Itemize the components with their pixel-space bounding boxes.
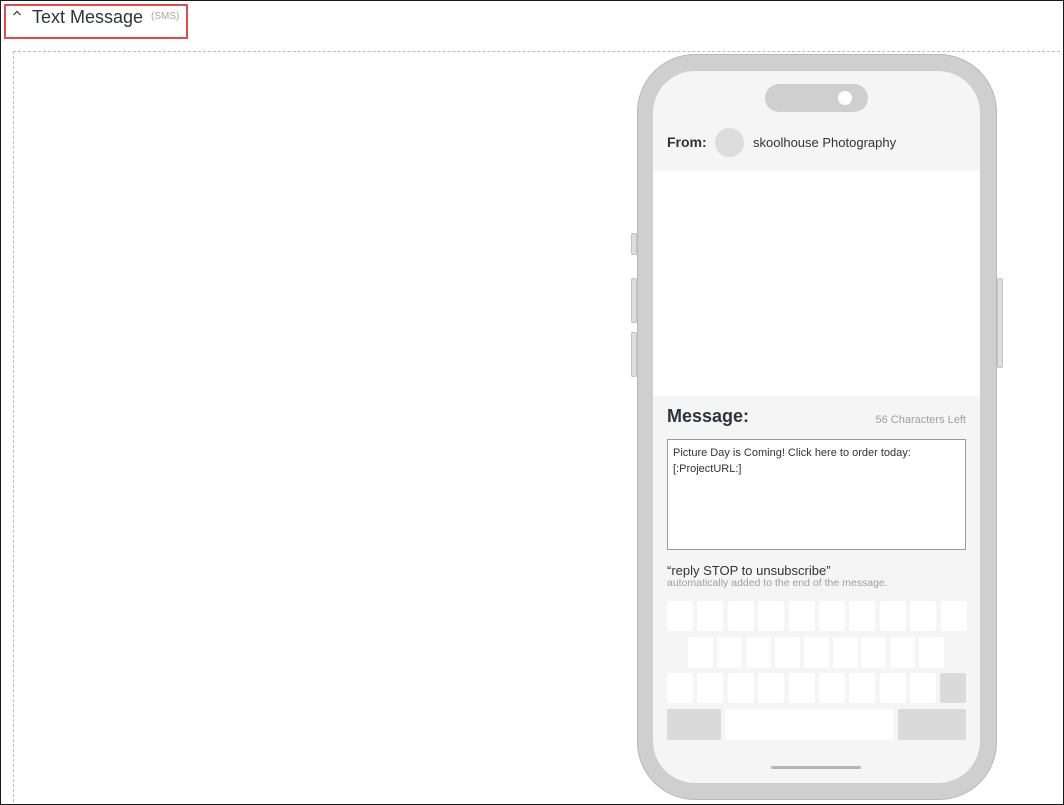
keyboard-key bbox=[667, 601, 693, 631]
keyboard-key bbox=[688, 637, 713, 668]
sender-name: skoolhouse Photography bbox=[753, 135, 897, 150]
keyboard-key bbox=[910, 601, 937, 631]
unsubscribe-text: “reply STOP to unsubscribe” bbox=[667, 563, 831, 578]
from-label: From: bbox=[667, 134, 707, 150]
message-textarea[interactable]: Picture Day is Coming! Click here to ord… bbox=[667, 439, 966, 550]
keyboard-key bbox=[758, 601, 785, 631]
keyboard-key bbox=[745, 637, 771, 668]
phone-notch bbox=[765, 84, 868, 112]
keyboard-key bbox=[819, 673, 845, 703]
message-preview-area bbox=[653, 171, 980, 396]
keyboard-key bbox=[879, 673, 906, 703]
message-heading: Message: bbox=[667, 406, 750, 426]
keyboard-key bbox=[940, 601, 967, 631]
keyboard-key bbox=[849, 601, 876, 631]
phone-screen: From: skoolhouse Photography Message: 56… bbox=[653, 71, 980, 783]
keyboard-key bbox=[788, 601, 815, 631]
keyboard-key bbox=[803, 637, 829, 668]
keyboard-return-key bbox=[898, 709, 966, 740]
unsubscribe-note: automatically added to the end of the me… bbox=[667, 577, 888, 589]
keyboard-key bbox=[667, 673, 693, 703]
keyboard-key bbox=[716, 637, 742, 668]
phone-power-button bbox=[997, 278, 1003, 368]
camera-icon bbox=[838, 91, 852, 105]
chevron-up-icon[interactable] bbox=[12, 8, 22, 18]
avatar bbox=[715, 128, 744, 157]
keyboard-key bbox=[697, 673, 724, 703]
keyboard-key bbox=[788, 673, 815, 703]
keyboard-key bbox=[849, 673, 876, 703]
keyboard-key bbox=[919, 637, 945, 668]
characters-left-counter: 56 Characters Left bbox=[875, 414, 967, 426]
keyboard-key bbox=[879, 601, 906, 631]
keyboard-key bbox=[758, 673, 785, 703]
sms-tag: (SMS) bbox=[151, 11, 180, 22]
keyboard-key bbox=[727, 673, 754, 703]
keyboard-key bbox=[697, 601, 724, 631]
keyboard-key bbox=[910, 673, 937, 703]
keyboard-key bbox=[890, 637, 916, 668]
keyboard-space-key bbox=[725, 709, 894, 740]
home-indicator bbox=[771, 766, 861, 769]
keyboard-key bbox=[774, 637, 800, 668]
keyboard-key bbox=[727, 601, 754, 631]
keyboard-key bbox=[819, 601, 845, 631]
keyboard-backspace-key bbox=[940, 673, 966, 703]
keyboard-key bbox=[832, 637, 858, 668]
keyboard-key bbox=[861, 637, 887, 668]
section-title: Text Message bbox=[32, 7, 144, 27]
keyboard-mode-key bbox=[667, 709, 721, 740]
